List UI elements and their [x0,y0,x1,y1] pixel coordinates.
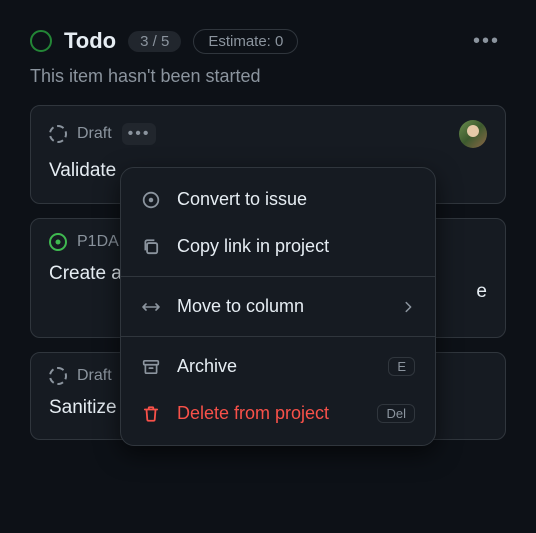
context-menu: Convert to issue Copy link in project Mo… [120,167,436,446]
card-status-label: Draft [77,125,112,143]
archive-icon [141,357,161,377]
menu-label: Delete from project [177,403,361,424]
draft-icon [49,367,67,385]
menu-archive[interactable]: Archive E [121,343,435,390]
menu-convert-to-issue[interactable]: Convert to issue [121,176,435,223]
card-header: Draft ••• [49,120,487,148]
estimate-badge: Estimate: 0 [193,29,298,54]
card-status-label: Draft [77,367,112,385]
column-subtitle: This item hasn't been started [0,62,536,105]
card-status-label: P1DA [77,233,119,251]
menu-separator [121,276,435,277]
menu-delete[interactable]: Delete from project Del [121,390,435,437]
menu-label: Copy link in project [177,236,415,257]
issue-open-icon [49,233,67,251]
menu-copy-link[interactable]: Copy link in project [121,223,435,270]
keyboard-shortcut: E [388,357,415,376]
keyboard-shortcut: Del [377,404,415,423]
column-header: Todo 3 / 5 Estimate: 0 ••• [0,0,536,62]
move-horizontal-icon [141,297,161,317]
draft-icon [49,125,67,143]
avatar[interactable] [459,120,487,148]
chevron-right-icon [401,300,415,314]
trash-icon [141,404,161,424]
menu-label: Move to column [177,296,385,317]
menu-separator [121,336,435,337]
card-more-button[interactable]: ••• [122,123,157,145]
truncated-text: e [476,279,487,306]
count-badge: 3 / 5 [128,31,181,52]
menu-label: Archive [177,356,372,377]
menu-label: Convert to issue [177,189,415,210]
status-circle-icon [30,30,52,52]
column-more-button[interactable]: ••• [473,30,506,53]
menu-move-to-column[interactable]: Move to column [121,283,435,330]
copy-icon [141,237,161,257]
issue-open-icon [141,190,161,210]
column-title: Todo [64,28,116,54]
